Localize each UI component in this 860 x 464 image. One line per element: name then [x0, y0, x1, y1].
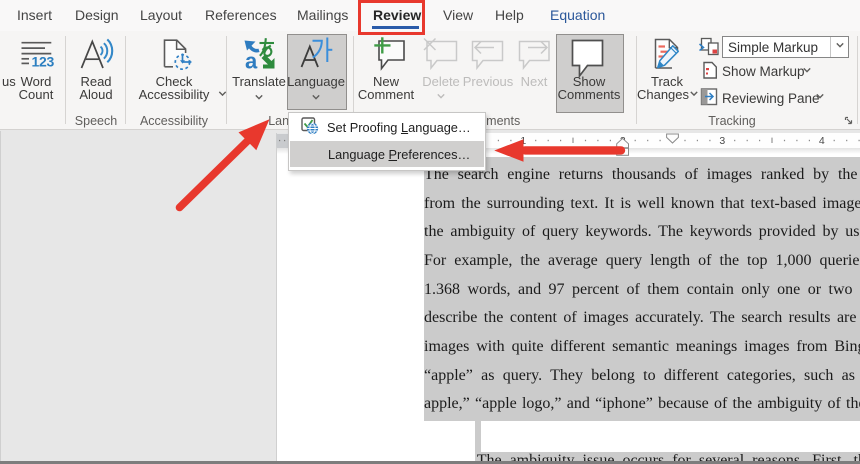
svg-text:4: 4 [819, 135, 825, 147]
svg-text:3: 3 [719, 135, 725, 147]
svg-text:a: a [245, 49, 258, 74]
svg-text:123: 123 [32, 54, 55, 70]
svg-text:1: 1 [520, 135, 526, 147]
